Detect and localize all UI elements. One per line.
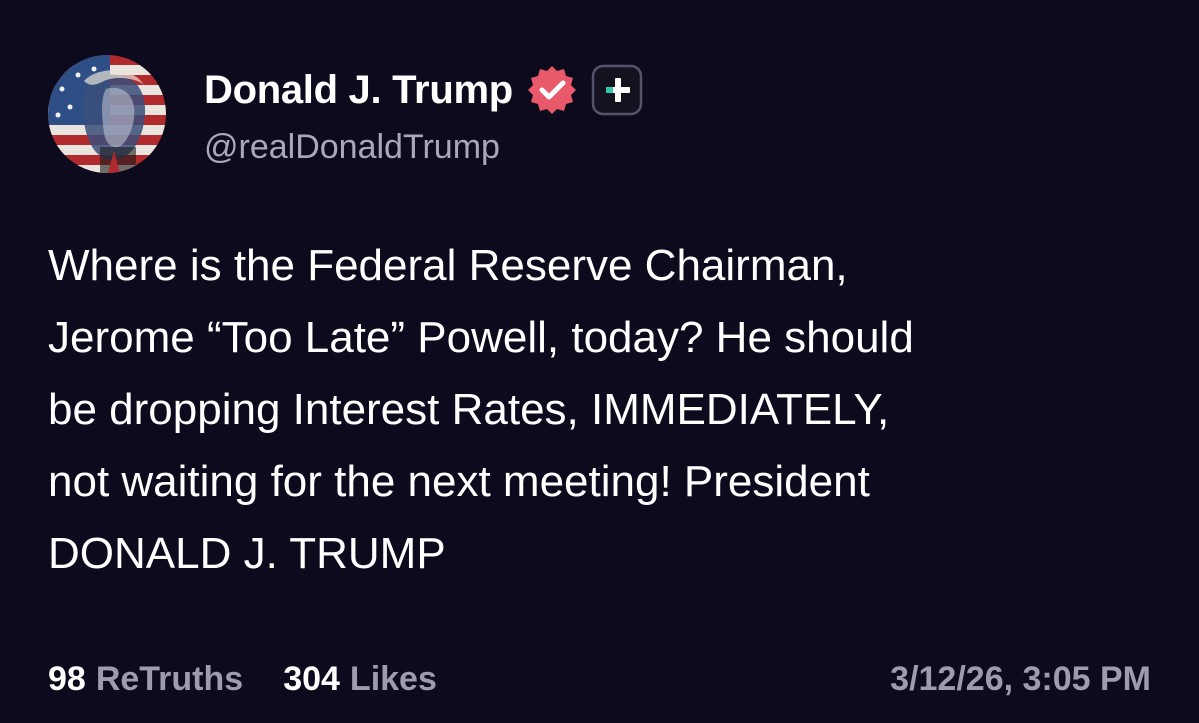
avatar[interactable] — [48, 55, 166, 173]
likes-stat[interactable]: 304 Likes — [283, 660, 437, 699]
retruths-stat[interactable]: 98 ReTruths — [48, 660, 243, 699]
avatar-flag-portrait — [48, 55, 166, 173]
post-body: Where is the Federal Reserve Chairman, J… — [48, 230, 1148, 590]
post-text-line: be dropping Interest Rates, IMMEDIATELY, — [48, 385, 890, 434]
post-text-line: Jerome “Too Late” Powell, today? He shou… — [48, 313, 914, 362]
truth-post: Donald J. Trump @realDonaldTrump Where i… — [0, 0, 1199, 723]
author-handle[interactable]: @realDonaldTrump — [204, 128, 500, 167]
author-name-row: Donald J. Trump — [204, 62, 643, 118]
author-display-name[interactable]: Donald J. Trump — [204, 68, 513, 113]
post-footer: 98 ReTruths 304 Likes 3/12/26, 3:05 PM — [48, 655, 1151, 703]
post-text-line: not waiting for the next meeting! Presid… — [48, 457, 870, 506]
retruths-label: ReTruths — [95, 659, 244, 698]
post-text-line: DONALD J. TRUMP — [48, 529, 446, 578]
post-timestamp[interactable]: 3/12/26, 3:05 PM — [890, 660, 1151, 699]
likes-count: 304 — [283, 659, 340, 698]
post-text-line: Where is the Federal Reserve Chairman, — [48, 241, 848, 290]
verified-badge-icon — [525, 63, 579, 117]
likes-label: Likes — [349, 659, 437, 698]
plus-badge-icon[interactable] — [591, 64, 643, 116]
retruths-count: 98 — [48, 659, 86, 698]
